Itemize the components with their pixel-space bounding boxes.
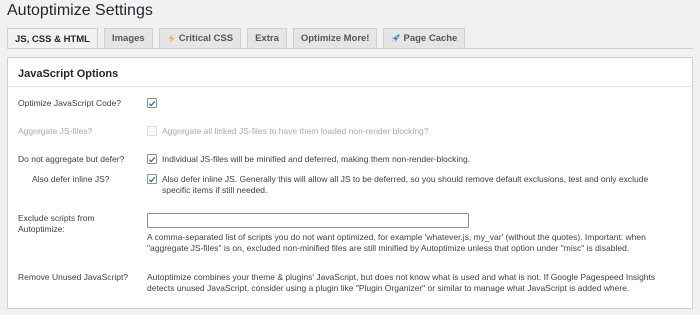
tab-js-css-html[interactable]: JS, CSS & HTML [7,28,98,49]
tab-label: Images [111,33,145,44]
optimize-js-label: Optimize JavaScript Code? [18,98,121,108]
rocket-icon [391,34,401,43]
javascript-options-panel: JavaScript Options Optimize JavaScript C… [7,57,693,309]
exclude-scripts-label: Exclude scripts from Autoptimize: [18,213,95,234]
defer-inline-js-label: Also defer inline JS? [32,174,110,184]
tab-page-cache[interactable]: Page Cache [383,28,466,48]
aggregate-js-label: Aggregate JS-files? [18,126,93,136]
remove-unused-js-label: Remove Unused JavaScript? [18,272,129,282]
lightning-icon [167,34,176,43]
checkmark-icon [148,100,156,107]
section-heading: JavaScript Options [18,68,119,80]
tab-images[interactable]: Images [103,28,153,48]
tab-critical-css[interactable]: Critical CSS [158,28,242,48]
exclude-scripts-description: A comma-separated list of scripts you do… [147,232,646,253]
aggregate-js-text: Aggregate all linked JS-files to have th… [162,126,429,136]
checkmark-icon [148,156,156,163]
settings-tabs: JS, CSS & HTML Images Critical CSS Extra… [7,28,466,49]
tab-label: JS, CSS & HTML [15,33,90,45]
section-divider [8,86,692,87]
tab-label: Optimize More! [300,33,370,44]
defer-js-text: Individual JS-files will be minified and… [162,154,471,164]
exclude-scripts-input[interactable] [147,213,469,228]
tab-extra[interactable]: Extra [247,28,287,48]
checkmark-icon [148,176,156,183]
page-title: Autoptimize Settings [7,2,153,19]
tab-label: Critical CSS [178,33,234,44]
defer-inline-js-text: Also defer inline JS. Generally this wil… [162,174,649,195]
aggregate-js-checkbox[interactable] [147,126,157,136]
tab-optimize-more[interactable]: Optimize More! [292,28,378,48]
tabs-divider [7,48,693,49]
defer-js-label: Do not aggregate but defer? [18,154,125,164]
tab-label: Page Cache [403,33,458,44]
optimize-js-checkbox[interactable] [147,98,157,108]
remove-unused-js-text: Autoptimize combines your theme & plugin… [147,272,656,293]
defer-js-checkbox[interactable] [147,154,157,164]
defer-inline-js-checkbox[interactable] [147,174,157,184]
tab-label: Extra [255,33,279,44]
